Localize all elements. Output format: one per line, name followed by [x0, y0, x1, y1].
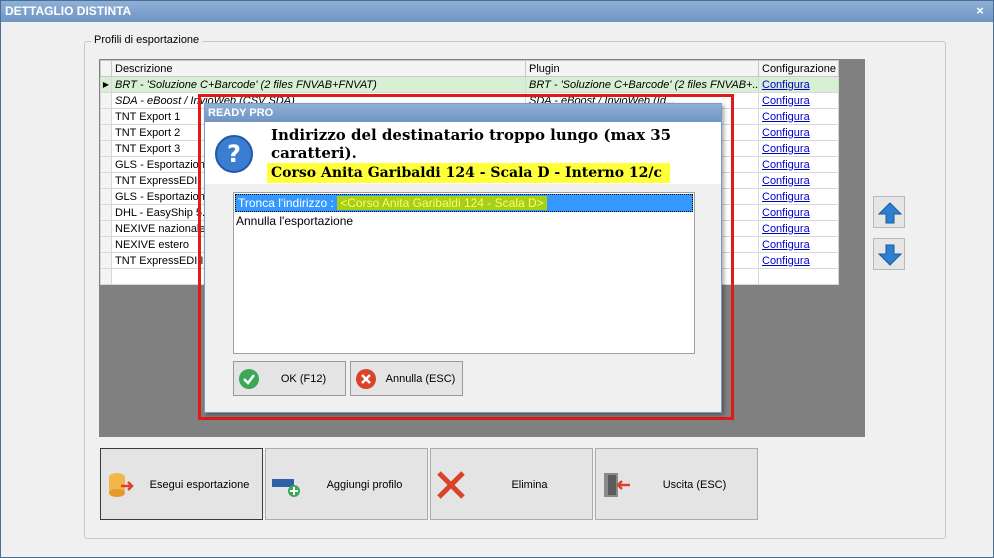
- column-header-descrizione[interactable]: Descrizione: [111, 60, 526, 77]
- elimina-button[interactable]: Elimina: [430, 448, 593, 520]
- configura-link[interactable]: Configura: [762, 79, 810, 91]
- ok-button[interactable]: OK (F12): [233, 361, 346, 396]
- cell-configurazione: Configura: [758, 76, 839, 93]
- row-indicator: [100, 172, 112, 189]
- cell-configurazione: Configura: [758, 140, 839, 157]
- row-indicator-header: [100, 60, 112, 77]
- export-database-icon: [109, 473, 134, 497]
- configura-link[interactable]: Configura: [762, 239, 810, 251]
- svg-text:?: ?: [227, 140, 241, 168]
- delete-x-icon: [437, 471, 465, 499]
- window-titlebar: DETTAGLIO DISTINTA ×: [1, 1, 993, 22]
- cell-configurazione: Configura: [758, 236, 839, 253]
- ready-pro-dialog: READY PRO ? Indirizzo del destinatario t…: [204, 103, 722, 413]
- dialog-title: READY PRO: [205, 104, 721, 122]
- dialog-address: Corso Anita Garibaldi 124 - Scala D - In…: [267, 163, 671, 183]
- cell-configurazione: Configura: [758, 204, 839, 221]
- configura-link[interactable]: Configura: [762, 143, 810, 155]
- row-indicator: [100, 204, 112, 221]
- group-legend: Profili di esportazione: [91, 34, 203, 46]
- esegui-label: Esegui esportazione: [149, 479, 250, 491]
- move-up-button[interactable]: [873, 196, 905, 228]
- row-indicator: [100, 140, 112, 157]
- row-indicator: [100, 236, 112, 253]
- cancel-button[interactable]: Annulla (ESC): [350, 361, 463, 396]
- configura-link[interactable]: Configura: [762, 255, 810, 267]
- move-down-button[interactable]: [873, 238, 905, 270]
- option-tronca-value: <Corso Anita Garibaldi 124 - Scala D>: [337, 196, 547, 210]
- cell-configurazione: Configura: [758, 252, 839, 269]
- ok-label: OK (F12): [280, 373, 327, 385]
- cell-configurazione: Configura: [758, 188, 839, 205]
- empty-cell: [758, 268, 839, 285]
- cell-plugin: BRT - 'Soluzione C+Barcode' (2 files FNV…: [525, 76, 759, 93]
- cell-configurazione: Configura: [758, 92, 839, 109]
- row-indicator: [100, 124, 112, 141]
- uscita-button[interactable]: Uscita (ESC): [595, 448, 758, 520]
- column-header-plugin[interactable]: Plugin: [525, 60, 759, 77]
- row-indicator: ▶: [100, 76, 112, 93]
- option-annulla[interactable]: Annulla l'esportazione: [234, 213, 694, 229]
- table-row[interactable]: ▶ BRT - 'Soluzione C+Barcode' (2 files FN…: [100, 76, 839, 93]
- dialog-message-area: ? Indirizzo del destinatario troppo lung…: [205, 122, 721, 184]
- esegui-esportazione-button[interactable]: Esegui esportazione: [100, 448, 263, 520]
- row-indicator: [100, 220, 112, 237]
- configura-link[interactable]: Configura: [762, 159, 810, 171]
- options-listbox[interactable]: Tronca l'indirizzo : <Corso Anita Gariba…: [233, 192, 695, 354]
- cell-configurazione: Configura: [758, 172, 839, 189]
- row-indicator: [100, 108, 112, 125]
- row-indicator: [100, 156, 112, 173]
- cell-configurazione: Configura: [758, 156, 839, 173]
- cell-configurazione: Configura: [758, 108, 839, 125]
- cell-configurazione: Configura: [758, 220, 839, 237]
- question-icon: ?: [215, 135, 253, 173]
- row-indicator: [100, 252, 112, 269]
- configura-link[interactable]: Configura: [762, 223, 810, 235]
- option-tronca-label: Tronca l'indirizzo :: [238, 196, 338, 210]
- arrow-up-icon: [878, 202, 902, 224]
- uscita-label: Uscita (ESC): [662, 479, 727, 491]
- cancel-icon: [356, 369, 376, 389]
- option-tronca[interactable]: Tronca l'indirizzo : <Corso Anita Gariba…: [235, 194, 693, 212]
- empty-cell: [100, 268, 112, 285]
- configura-link[interactable]: Configura: [762, 191, 810, 203]
- row-indicator: [100, 188, 112, 205]
- elimina-label: Elimina: [511, 479, 548, 491]
- configura-link[interactable]: Configura: [762, 175, 810, 187]
- aggiungi-profilo-button[interactable]: Aggiungi profilo: [265, 448, 428, 520]
- aggiungi-label: Aggiungi profilo: [326, 479, 403, 491]
- check-icon: [239, 369, 259, 389]
- configura-link[interactable]: Configura: [762, 95, 810, 107]
- cancel-label: Annulla (ESC): [385, 373, 456, 385]
- row-indicator: [100, 92, 112, 109]
- cell-descrizione: BRT - 'Soluzione C+Barcode' (2 files FNV…: [111, 76, 526, 93]
- add-profile-icon: [272, 479, 300, 497]
- window-title: DETTAGLIO DISTINTA: [5, 4, 132, 18]
- configura-link[interactable]: Configura: [762, 111, 810, 123]
- option-annulla-label: Annulla l'esportazione: [236, 214, 354, 228]
- configura-link[interactable]: Configura: [762, 127, 810, 139]
- configura-link[interactable]: Configura: [762, 207, 810, 219]
- close-icon[interactable]: ×: [973, 4, 987, 18]
- column-header-configurazione[interactable]: Configurazione: [758, 60, 839, 77]
- cell-configurazione: Configura: [758, 124, 839, 141]
- arrow-down-icon: [878, 244, 902, 266]
- dialog-message: Indirizzo del destinatario troppo lungo …: [271, 126, 672, 162]
- exit-door-icon: [604, 473, 630, 497]
